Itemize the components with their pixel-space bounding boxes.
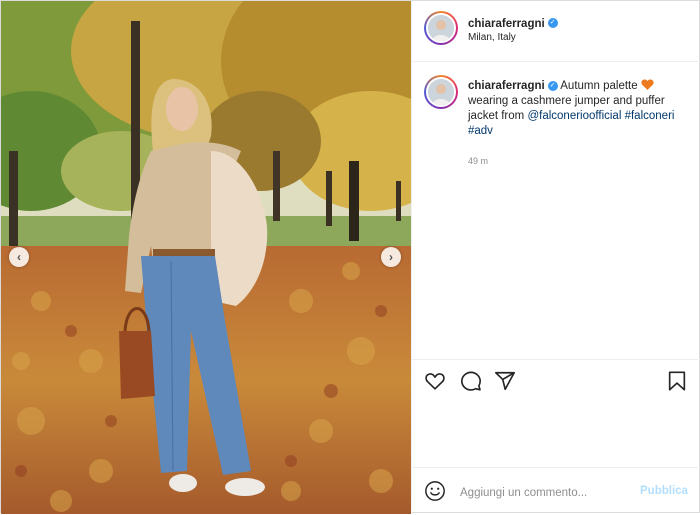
post-sidebar: chiaraferragni ✓ Milan, Italy chiaraferra… [411, 1, 700, 514]
previous-photo-button[interactable]: ‹ [9, 247, 29, 267]
header-username[interactable]: chiaraferragni [468, 18, 545, 30]
post-caption: chiaraferragni ✓ Autumn palette wearing a… [468, 79, 693, 139]
comment-input[interactable] [458, 482, 642, 504]
orange-heart-emoji-icon [641, 79, 654, 90]
comment-bar: Pubblica [412, 467, 700, 515]
avatar[interactable] [424, 11, 458, 45]
comment-icon[interactable] [460, 370, 482, 392]
post-header: chiaraferragni ✓ Milan, Italy [412, 1, 700, 62]
chevron-right-icon: › [389, 250, 393, 264]
caption-avatar[interactable] [424, 75, 458, 109]
verified-icon: ✓ [547, 80, 558, 91]
caption-text-1: Autumn palette [560, 80, 638, 92]
action-bar [412, 359, 700, 404]
header-username-row: chiaraferragni ✓ [468, 14, 558, 32]
publish-button[interactable]: Pubblica [640, 485, 688, 497]
emoji-icon[interactable] [424, 480, 446, 502]
verified-icon: ✓ [547, 17, 558, 28]
post-photo[interactable]: ‹ › [1, 1, 411, 514]
caption-mention-link[interactable]: @falconerioofficial [527, 110, 621, 122]
caption-username[interactable]: chiaraferragni [468, 80, 545, 92]
chevron-left-icon: ‹ [17, 250, 21, 264]
post-timestamp[interactable]: 49 m [468, 156, 488, 166]
share-icon[interactable] [494, 370, 516, 392]
avatar-image [426, 77, 456, 107]
post-location[interactable]: Milan, Italy [468, 32, 516, 43]
next-photo-button[interactable]: › [381, 247, 401, 267]
avatar-image [426, 13, 456, 43]
instagram-post: ‹ › chiaraferragni ✓ Milan, Italy chiara… [0, 0, 700, 514]
heart-icon[interactable] [424, 370, 446, 392]
bookmark-icon[interactable] [666, 370, 688, 392]
autumn-photo [1, 1, 411, 514]
caption-hashtag-link[interactable]: #adv [468, 125, 493, 137]
caption-hashtag-link[interactable]: #falconeri [625, 110, 675, 122]
